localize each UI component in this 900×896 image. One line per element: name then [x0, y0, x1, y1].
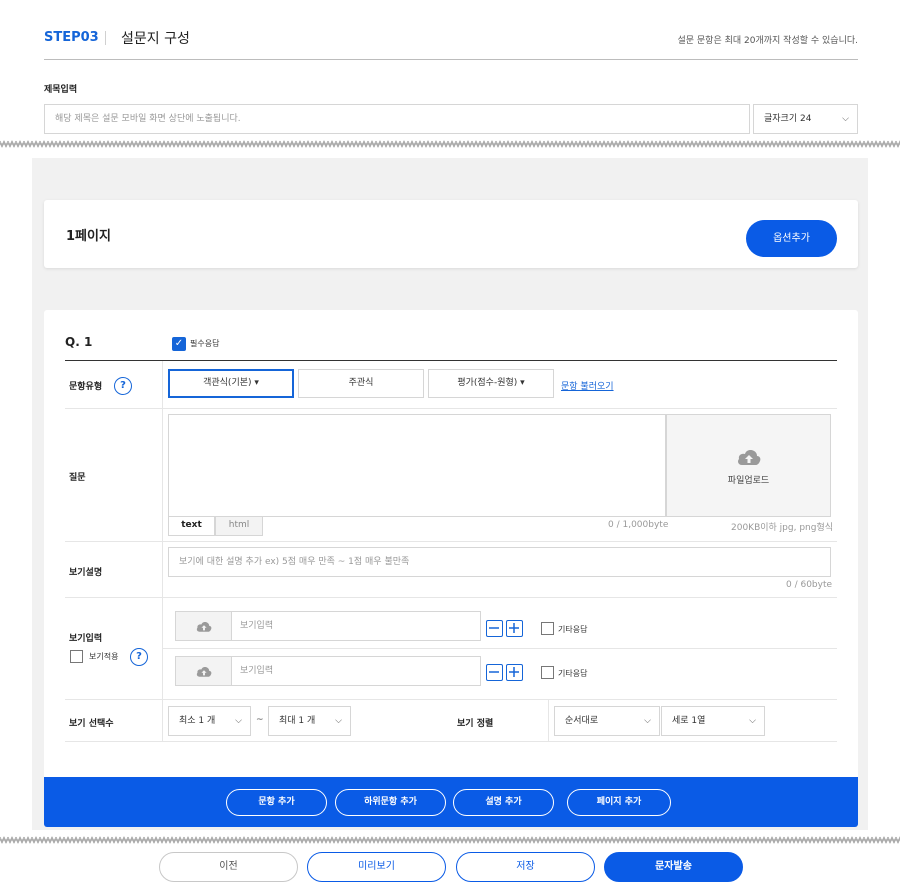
layout-value: 세로 1열: [672, 716, 706, 726]
upload-note: 200KB이하 jpg, png형식: [731, 523, 834, 533]
prev-button[interactable]: 이전: [159, 852, 298, 882]
title-input[interactable]: 해당 제목은 설문 모바일 화면 상단에 노출됩니다.: [44, 104, 750, 134]
sort-label: 보기 정렬: [457, 719, 494, 729]
add-option-button[interactable]: 옵션추가: [746, 220, 837, 257]
etc-answer-label: 기타응답: [558, 625, 588, 634]
title-label: 제목입력: [44, 85, 78, 95]
tab-text[interactable]: text: [168, 517, 215, 536]
help-icon[interactable]: ?: [114, 377, 132, 395]
min-select-value: 최소 1 개: [179, 716, 216, 726]
sort-order-select[interactable]: 순서대로 ⌵: [554, 706, 660, 736]
etc-answer-checkbox[interactable]: [541, 666, 554, 679]
chevron-down-icon: ⌵: [335, 716, 342, 726]
font-size-value: 글자크기 24: [764, 114, 812, 124]
sort-order-value: 순서대로: [565, 716, 599, 726]
label-column-divider: [162, 361, 163, 742]
apply-options-checkbox[interactable]: [70, 650, 83, 663]
section-break-bottom: [0, 834, 900, 844]
preview-button[interactable]: 미리보기: [307, 852, 446, 882]
question-action-bar: [44, 777, 858, 827]
chevron-down-icon: ⌵: [235, 716, 242, 726]
add-subquestion-button[interactable]: 하위문항 추가: [335, 789, 446, 816]
cloud-upload-icon: [196, 666, 212, 677]
max-select-value: 최대 1 개: [279, 716, 316, 726]
layout-select[interactable]: 세로 1열 ⌵: [661, 706, 765, 736]
row-divider: [65, 741, 837, 742]
type-rating-button[interactable]: 평가(점수-원형) ▾: [428, 369, 554, 398]
question-byte-count: 0 / 1,000byte: [608, 520, 669, 530]
max-select[interactable]: 최대 1 개 ⌵: [268, 706, 351, 736]
minus-icon[interactable]: [486, 620, 503, 637]
add-question-button[interactable]: 문항 추가: [226, 789, 327, 816]
required-checkbox[interactable]: ✓: [172, 337, 186, 351]
send-sms-button[interactable]: 문자발송: [604, 852, 743, 882]
header-divider: [44, 59, 858, 60]
row-divider: [65, 408, 837, 409]
option-image-upload[interactable]: [175, 656, 232, 686]
etc-answer-label: 기타응답: [558, 669, 588, 678]
chevron-down-icon: ⌵: [842, 114, 849, 124]
page-card: [44, 200, 858, 268]
minus-icon[interactable]: [486, 664, 503, 681]
required-label: 필수응답: [190, 339, 220, 348]
option-input[interactable]: 보기입력: [232, 656, 481, 686]
page-title: 설문지 구성: [121, 31, 190, 47]
section-break-top: [0, 138, 900, 148]
chevron-down-icon: ⌵: [644, 716, 651, 726]
range-tilde: ~: [256, 715, 264, 725]
desc-byte-count: 0 / 60byte: [786, 580, 833, 590]
font-size-select[interactable]: 글자크기 24 ⌵: [753, 104, 858, 134]
column-divider: [548, 700, 549, 741]
type-subjective-button[interactable]: 주관식: [298, 369, 424, 398]
option-description-input[interactable]: 보기에 대한 설명 추가 ex) 5점 매우 만족 ~ 1점 매우 불만족: [168, 547, 831, 577]
add-page-button[interactable]: 페이지 추가: [567, 789, 671, 816]
file-upload-label: 파일업로드: [727, 476, 770, 486]
question-row-label: 질문: [69, 473, 86, 483]
save-button[interactable]: 저장: [456, 852, 595, 882]
page-number-title: 1페이지: [66, 229, 111, 244]
add-description-button[interactable]: 설명 추가: [453, 789, 554, 816]
row-divider: [65, 597, 837, 598]
option-divider: [163, 648, 837, 649]
question-number: Q. 1: [65, 335, 93, 349]
step-note: 설문 문항은 최대 20개까지 작성할 수 있습니다.: [677, 36, 858, 46]
option-image-upload[interactable]: [175, 611, 232, 641]
plus-icon[interactable]: [506, 620, 523, 637]
type-row-label: 문항유형: [69, 382, 103, 392]
option-input[interactable]: 보기입력: [232, 611, 481, 641]
type-objective-button[interactable]: 객관식(기본) ▾: [168, 369, 294, 398]
options-row-label: 보기입력: [69, 634, 103, 644]
step-indicator: STEP03: [44, 30, 99, 45]
row-divider: [65, 541, 837, 542]
tab-html[interactable]: html: [215, 517, 263, 536]
load-question-link[interactable]: 문항 불러오기: [561, 379, 614, 392]
help-icon[interactable]: ?: [130, 648, 148, 666]
divider: [105, 31, 106, 45]
desc-row-label: 보기설명: [69, 568, 103, 578]
question-divider: [65, 360, 837, 361]
row-divider: [65, 699, 837, 700]
question-textarea[interactable]: [168, 414, 666, 517]
etc-answer-checkbox[interactable]: [541, 622, 554, 635]
chevron-down-icon: ⌵: [749, 716, 756, 726]
min-select[interactable]: 최소 1 개 ⌵: [168, 706, 251, 736]
cloud-upload-icon: [196, 621, 212, 632]
plus-icon[interactable]: [506, 664, 523, 681]
select-count-label: 보기 선택수: [69, 719, 114, 729]
cloud-upload-icon: [738, 450, 761, 465]
apply-options-label: 보기적용: [89, 652, 119, 661]
